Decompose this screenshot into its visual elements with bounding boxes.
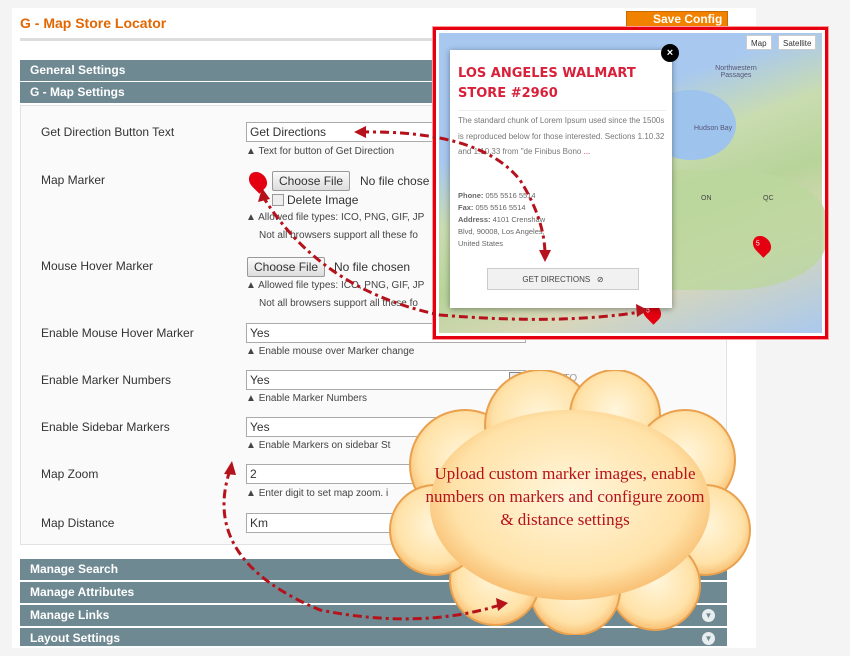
- arrowhead-icon: [258, 188, 270, 202]
- annotation-arrows: [222, 126, 648, 621]
- arrowhead-icon: [539, 250, 551, 262]
- arrowhead-icon: [636, 304, 648, 317]
- arrowhead-icon: [224, 461, 236, 475]
- arrowhead-icon: [354, 126, 366, 138]
- arrowhead-icon: [496, 598, 508, 611]
- arrow-zoom-distance: [222, 469, 501, 621]
- arrow-get-directions: [359, 130, 547, 256]
- arrow-marker: [260, 194, 641, 321]
